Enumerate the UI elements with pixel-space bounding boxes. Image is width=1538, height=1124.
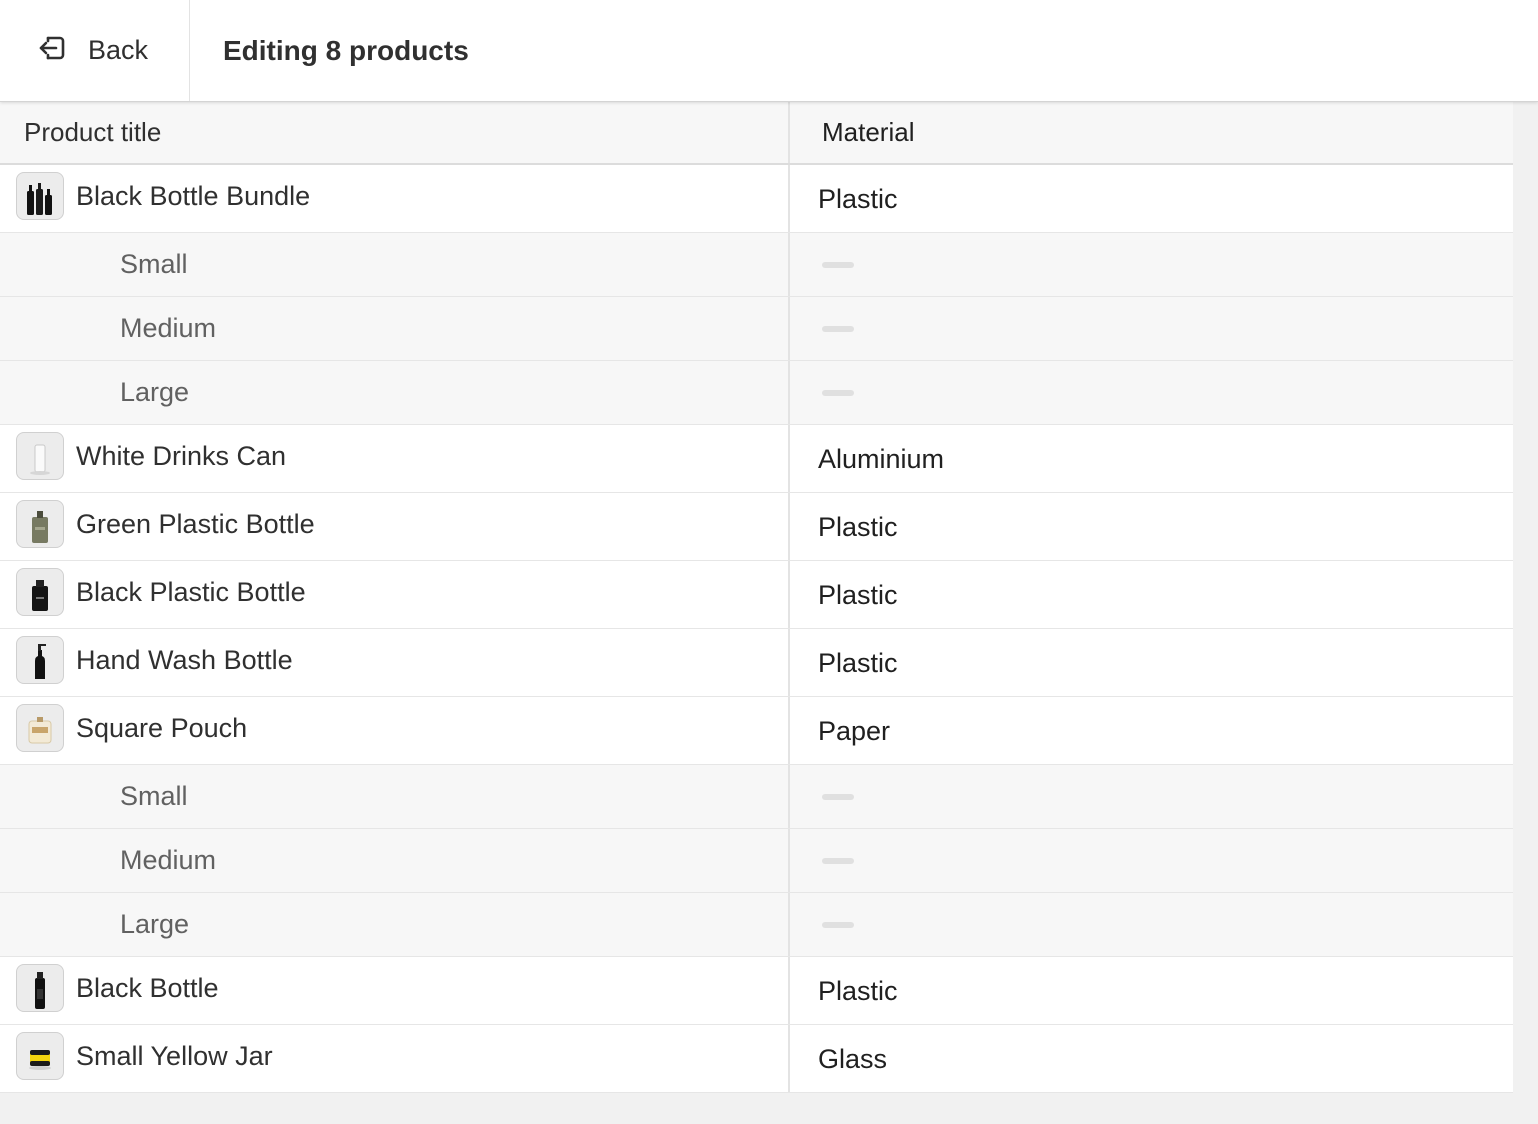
- product-row: Black Plastic Bottle Plastic: [0, 561, 1513, 629]
- yellow-jar-thumbnail: [16, 1031, 64, 1080]
- title-text: Black Bottle: [76, 973, 219, 1003]
- product-title-cell[interactable]: Hand Wash Bottle: [0, 629, 790, 696]
- material-cell: [790, 233, 1513, 296]
- product-title-cell[interactable]: Black Bottle: [0, 957, 790, 1024]
- material-cell[interactable]: Plastic: [790, 493, 1513, 560]
- material-cell: [790, 297, 1513, 360]
- table-body: Black Bottle Bundle Plastic Small Medium Lar…: [0, 165, 1513, 1093]
- material-value: Aluminium: [818, 444, 945, 474]
- empty-value-placeholder: [822, 389, 854, 396]
- product-title-cell[interactable]: Small Yellow Jar: [0, 1025, 790, 1092]
- title-text: Medium: [120, 845, 217, 875]
- material-cell: [790, 361, 1513, 424]
- title-text: Small: [120, 249, 188, 279]
- material-cell[interactable]: Aluminium: [790, 425, 1513, 492]
- variant-title-cell[interactable]: Medium: [0, 297, 790, 360]
- title-text: Large: [120, 377, 190, 407]
- title-text: Square Pouch: [76, 713, 248, 743]
- black-bottles-bundle-thumbnail: [16, 171, 64, 220]
- title-text: Green Plastic Bottle: [76, 509, 315, 539]
- product-row: Black Bottle Plastic: [0, 957, 1513, 1025]
- square-pouch-thumbnail: [16, 703, 64, 752]
- variant-title-cell[interactable]: Small: [0, 233, 790, 296]
- product-title-cell[interactable]: Green Plastic Bottle: [0, 493, 790, 560]
- product-title-cell[interactable]: Black Bottle Bundle: [0, 165, 790, 232]
- table-header-row: Product title Material: [0, 102, 1513, 165]
- page-background: [0, 1093, 1538, 1124]
- back-label: Back: [88, 35, 149, 65]
- product-row: White Drinks Can Aluminium: [0, 425, 1513, 493]
- material-cell: [790, 893, 1513, 956]
- variant-title-cell[interactable]: Small: [0, 765, 790, 828]
- material-cell[interactable]: Paper: [790, 697, 1513, 764]
- back-button[interactable]: Back: [0, 0, 190, 101]
- exit-arrow-icon: [36, 32, 68, 69]
- variant-row: Small: [0, 765, 1513, 829]
- title-text: Small Yellow Jar: [76, 1041, 273, 1071]
- material-value: Plastic: [818, 648, 898, 678]
- title-text: Black Bottle Bundle: [76, 181, 311, 211]
- material-value: Plastic: [818, 976, 898, 1006]
- variant-row: Small: [0, 233, 1513, 297]
- variant-title-cell[interactable]: Large: [0, 361, 790, 424]
- material-cell: [790, 829, 1513, 892]
- tall-black-bottle-thumbnail: [16, 963, 64, 1012]
- variant-row: Medium: [0, 829, 1513, 893]
- product-title-cell[interactable]: White Drinks Can: [0, 425, 790, 492]
- material-cell[interactable]: Plastic: [790, 165, 1513, 232]
- material-cell[interactable]: Plastic: [790, 629, 1513, 696]
- hand-wash-bottle-thumbnail: [16, 635, 64, 684]
- title-text: White Drinks Can: [76, 441, 287, 471]
- variant-row: Large: [0, 893, 1513, 957]
- variant-title-cell[interactable]: Large: [0, 893, 790, 956]
- white-can-thumbnail: [16, 431, 64, 480]
- title-text: Large: [120, 909, 190, 939]
- product-row: Hand Wash Bottle Plastic: [0, 629, 1513, 697]
- product-row: Square Pouch Paper: [0, 697, 1513, 765]
- empty-value-placeholder: [822, 261, 854, 268]
- title-text: Medium: [120, 313, 217, 343]
- black-bottle-thumbnail: [16, 567, 64, 616]
- material-value: Plastic: [818, 184, 898, 214]
- column-header-material[interactable]: Material: [790, 102, 1513, 163]
- material-value: Glass: [818, 1044, 888, 1074]
- material-value: Plastic: [818, 580, 898, 610]
- product-title-cell[interactable]: Black Plastic Bottle: [0, 561, 790, 628]
- material-cell[interactable]: Plastic: [790, 957, 1513, 1024]
- title-text: Black Plastic Bottle: [76, 577, 306, 607]
- product-row: Small Yellow Jar Glass: [0, 1025, 1513, 1093]
- title-text: Small: [120, 781, 188, 811]
- top-bar: Back Editing 8 products: [0, 0, 1538, 102]
- material-cell[interactable]: Plastic: [790, 561, 1513, 628]
- product-row: Green Plastic Bottle Plastic: [0, 493, 1513, 561]
- variant-row: Medium: [0, 297, 1513, 361]
- empty-value-placeholder: [822, 793, 854, 800]
- empty-value-placeholder: [822, 325, 854, 332]
- empty-value-placeholder: [822, 921, 854, 928]
- green-bottle-thumbnail: [16, 499, 64, 548]
- page-title: Editing 8 products: [223, 34, 469, 66]
- bulk-edit-grid: Product title Material Black Bottle Bund…: [0, 102, 1513, 1093]
- column-header-product-title[interactable]: Product title: [0, 102, 790, 163]
- product-row: Black Bottle Bundle Plastic: [0, 165, 1513, 233]
- material-cell: [790, 765, 1513, 828]
- variant-title-cell[interactable]: Medium: [0, 829, 790, 892]
- material-value: Paper: [818, 716, 891, 746]
- variant-row: Large: [0, 361, 1513, 425]
- material-cell[interactable]: Glass: [790, 1025, 1513, 1092]
- material-value: Plastic: [818, 512, 898, 542]
- product-title-cell[interactable]: Square Pouch: [0, 697, 790, 764]
- title-text: Hand Wash Bottle: [76, 645, 293, 675]
- empty-value-placeholder: [822, 857, 854, 864]
